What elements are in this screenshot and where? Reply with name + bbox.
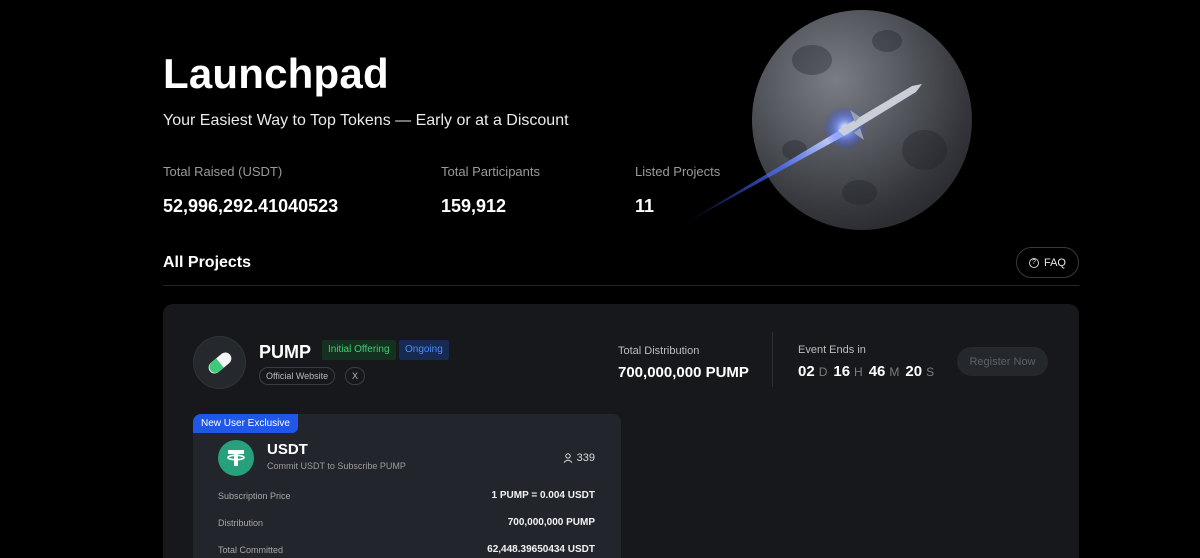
distribution-label: Total Distribution [618,345,700,357]
participants-count: 339 [576,452,595,464]
pill-logo-icon [208,352,231,373]
stat-total-raised: Total Raised (USDT) 52,996,292.41040523 [163,164,338,217]
countdown-days-unit: D [818,365,828,379]
project-name: PUMP [259,342,312,362]
section-title: All Projects [163,254,252,271]
official-website-link[interactable]: Official Website [259,367,336,385]
stat-label: Total Raised (USDT) [163,164,283,179]
tether-logo-icon [218,440,254,476]
stat-total-participants: Total Participants 159,912 [441,164,540,217]
page-subtitle: Your Easiest Way to Top Tokens — Early o… [163,112,569,129]
subscription-price-value: 1 PUMP = 0.004 USDT [491,490,595,501]
pool-card-usdt: New User Exclusive USDT Commit USDT to S… [193,414,621,558]
x-link[interactable]: X [345,367,365,385]
event-ends-label: Event Ends in [798,344,866,356]
countdown-seconds: 20 [905,363,923,380]
countdown-timer: 02 D 16 H 46 M 20 S [798,363,936,380]
tag-ongoing: Ongoing [399,340,449,360]
countdown-hours: 16 [833,363,851,380]
countdown-minutes-unit: M [889,365,900,379]
pool-description: Commit USDT to Subscribe PUMP [267,461,406,471]
page-title: Launchpad [163,50,389,97]
pump-logo [193,336,246,389]
register-now-button[interactable]: Register Now [957,347,1048,376]
countdown-minutes: 46 [868,363,886,380]
stat-label: Total Participants [441,164,540,179]
subscription-price-label: Subscription Price [218,491,291,501]
countdown-days: 02 [798,363,815,380]
section-divider [163,285,1079,286]
tag-initial-offering: Initial Offering [322,340,396,360]
countdown-seconds-unit: S [926,365,935,379]
faq-label: FAQ [1043,256,1066,269]
project-card: PUMP Initial Offering Ongoing Official W… [163,304,1079,558]
faq-button[interactable]: ? FAQ [1016,247,1079,278]
new-user-exclusive-badge: New User Exclusive [193,414,298,433]
rocket-icon [682,84,922,225]
pool-token-name: USDT [267,441,308,458]
pool-participants: 339 [563,452,595,464]
total-committed-label: Total Committed [218,545,284,555]
stat-value: 159,912 [441,196,507,216]
total-committed-value: 62,448.39650434 USDT [487,544,595,555]
distribution-row-value: 700,000,000 PUMP [507,517,595,528]
distribution-value: 700,000,000 PUMP [618,364,749,381]
user-icon [563,453,573,463]
vertical-divider [772,332,773,387]
question-circle-icon: ? [1028,257,1039,268]
distribution-row-label: Distribution [218,518,264,528]
stat-value: 52,996,292.41040523 [163,196,339,216]
countdown-hours-unit: H [854,365,863,379]
